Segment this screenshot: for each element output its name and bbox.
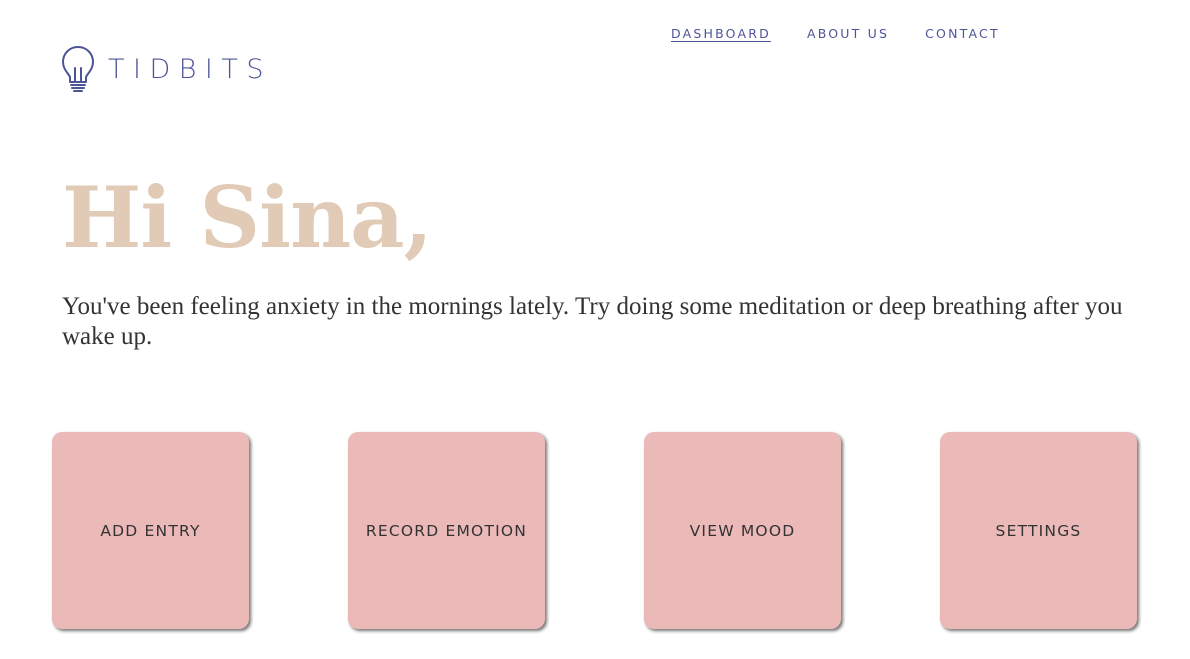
add-entry-label: ADD ENTRY <box>100 521 201 540</box>
lightbulb-icon <box>60 44 96 94</box>
nav-item-contact[interactable]: CONTACT <box>925 26 1000 41</box>
brand-logo[interactable]: TIDBITS <box>60 44 272 94</box>
settings-label: SETTINGS <box>995 521 1082 540</box>
nav-item-dashboard[interactable]: DASHBOARD <box>671 26 771 41</box>
record-emotion-button[interactable]: RECORD EMOTION <box>348 432 545 629</box>
settings-button[interactable]: SETTINGS <box>940 432 1137 629</box>
mood-insight-message: You've been feeling anxiety in the morni… <box>62 293 1123 350</box>
page-greeting: Hi Sina, <box>62 168 433 267</box>
nav-item-about-us[interactable]: ABOUT US <box>807 26 889 41</box>
main-nav: DASHBOARD ABOUT US CONTACT <box>671 26 1036 41</box>
view-mood-button[interactable]: VIEW MOOD <box>644 432 841 629</box>
record-emotion-label: RECORD EMOTION <box>365 521 528 540</box>
view-mood-label: VIEW MOOD <box>689 521 796 540</box>
brand-name: TIDBITS <box>108 53 273 85</box>
add-entry-button[interactable]: ADD ENTRY <box>52 432 249 629</box>
